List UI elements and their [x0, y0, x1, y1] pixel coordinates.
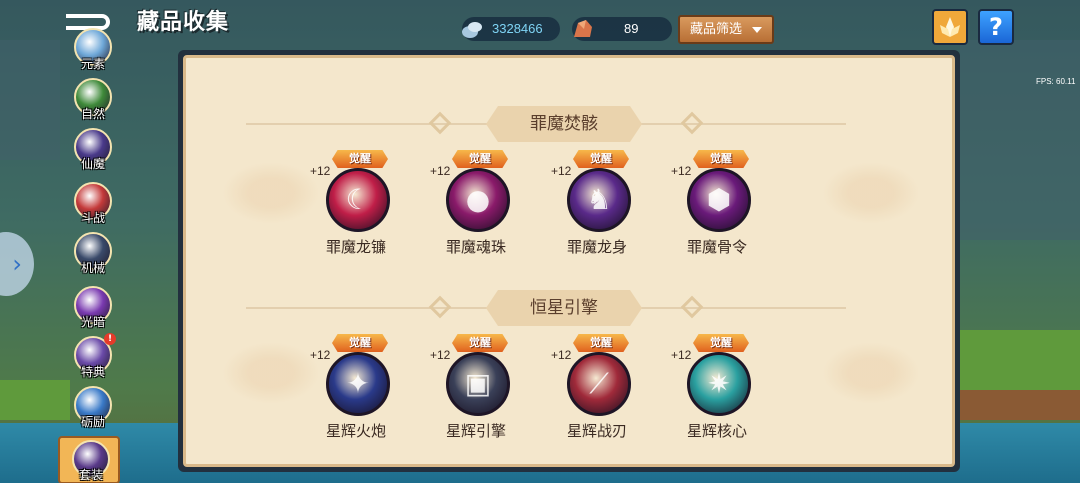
diamond-ornament [680, 295, 704, 319]
fps-counter: FPS: 60.11 [1036, 77, 1076, 86]
item-artwork: ✦ [346, 367, 370, 400]
sidebar-item-label: 套装 [78, 468, 103, 482]
collection-item[interactable]: ▣ 觉醒 +12 星辉引擎 [426, 334, 526, 440]
sidebar-item[interactable]: 斗战 [72, 182, 114, 228]
enhance-level: +12 [551, 348, 572, 362]
background-grass [960, 330, 1080, 390]
sidebar-item-label: 元素 [80, 57, 105, 71]
item-artwork: ● [465, 183, 491, 216]
item-artwork: ✷ [707, 367, 731, 400]
collection-item[interactable]: ⬢ 觉醒 +12 罪魔骨令 [667, 150, 767, 256]
collection-item[interactable]: ● 觉醒 +12 罪魔魂珠 [426, 150, 526, 256]
enhance-level: +12 [430, 164, 451, 178]
item-artwork: ⟋ [589, 367, 609, 400]
background-stone [960, 40, 1080, 240]
awakened-badge: 觉醒 [332, 150, 388, 168]
awakened-badge: 觉醒 [693, 334, 749, 352]
decoration-rosette [816, 338, 926, 408]
decoration-rosette [816, 158, 926, 228]
section-title: 罪魔焚骸 [486, 106, 642, 142]
sidebar-item[interactable]: 套装 [58, 436, 120, 483]
collection-panel: 罪魔焚骸 ☾ 觉醒 +12 罪魔龙镰 ● 觉醒 +12 罪魔魂珠 ♞ 觉醒 +12 罪魔龙身 ⬢ 觉醒 +12… [178, 50, 960, 472]
bone-token-icon: ⬢ [687, 168, 751, 232]
collection-item[interactable]: ♞ 觉醒 +12 罪魔龙身 [547, 150, 647, 256]
sidebar-item[interactable]: 仙魔 [72, 128, 114, 174]
item-artwork: ♞ [586, 183, 612, 216]
gem-count: 3328466 [492, 21, 543, 36]
enhance-level: +12 [430, 348, 451, 362]
background-grass [0, 380, 70, 420]
orb-icon: ● [446, 168, 510, 232]
section-title: 恒星引擎 [486, 290, 642, 326]
sidebar-item-label: 自然 [80, 107, 105, 121]
ore-icon [574, 20, 592, 37]
gem-icon [462, 22, 482, 38]
collection-item[interactable]: ✦ 觉醒 +12 星辉火炮 [306, 334, 406, 440]
collection-item[interactable]: ⟋ 觉醒 +12 星辉战刃 [547, 334, 647, 440]
collection-panel-body: 罪魔焚骸 ☾ 觉醒 +12 罪魔龙镰 ● 觉醒 +12 罪魔魂珠 ♞ 觉醒 +12 罪魔龙身 ⬢ 觉醒 +12… [183, 55, 955, 467]
awakened-badge: 觉醒 [452, 150, 508, 168]
awakened-badge: 觉醒 [693, 150, 749, 168]
item-name: 星辉核心 [686, 422, 747, 440]
diamond-ornament [428, 111, 452, 135]
collection-item[interactable]: ✷ 觉醒 +12 星辉核心 [667, 334, 767, 440]
sidebar-item-label: 斗战 [80, 211, 105, 225]
ore-currency: 89 [572, 17, 672, 41]
item-name: 星辉引擎 [445, 422, 506, 440]
cannon-icon: ✦ [326, 352, 390, 416]
item-artwork: ⬢ [706, 183, 732, 216]
sidebar-item[interactable]: 光暗 [72, 286, 114, 332]
sidebar-item[interactable]: 机械 [72, 232, 114, 278]
page-title: 藏品收集 [137, 10, 230, 35]
item-name: 罪魔龙身 [566, 238, 627, 256]
sidebar-item-label: 特典 [80, 365, 105, 379]
sidebar-item[interactable]: 元素 [72, 28, 114, 74]
engine-icon: ▣ [446, 352, 510, 416]
sidebar-item-label: 光暗 [80, 315, 105, 329]
item-name: 星辉战刃 [566, 422, 627, 440]
sidebar-item[interactable]: 自然 [72, 78, 114, 124]
blade-icon: ⟋ [567, 352, 631, 416]
collection-filter-button[interactable]: 藏品筛选 [678, 15, 774, 44]
enhance-level: +12 [671, 348, 692, 362]
scythe-icon: ☾ [326, 168, 390, 232]
item-name: 罪魔骨令 [686, 238, 747, 256]
chevron-down-icon [752, 27, 762, 33]
awakened-badge: 觉醒 [452, 334, 508, 352]
notification-badge: ! [104, 333, 116, 345]
lotus-button[interactable] [932, 9, 968, 45]
dragon-body-icon: ♞ [567, 168, 631, 232]
ore-count: 89 [624, 21, 639, 36]
sidebar-item[interactable]: ! 特典 [72, 333, 116, 382]
item-artwork: ☾ [345, 183, 371, 216]
sidebar-item-label: 机械 [80, 261, 105, 275]
item-name: 星辉火炮 [325, 422, 386, 440]
background-stone [0, 40, 60, 160]
lotus-icon [940, 17, 960, 37]
item-name: 罪魔龙镰 [325, 238, 386, 256]
sidebar-item-label: 仙魔 [80, 157, 105, 171]
gem-currency: 3328466 [462, 17, 560, 41]
chevron-right-icon: › [12, 250, 22, 278]
item-name: 罪魔魂珠 [445, 238, 506, 256]
enhance-level: +12 [551, 164, 572, 178]
background-dirt [960, 390, 1080, 420]
diamond-ornament [428, 295, 452, 319]
collection-item[interactable]: ☾ 觉醒 +12 罪魔龙镰 [306, 150, 406, 256]
enhance-level: +12 [310, 348, 331, 362]
enhance-level: +12 [310, 164, 331, 178]
sidebar-item[interactable]: 砺励 [72, 386, 114, 432]
awakened-badge: 觉醒 [332, 334, 388, 352]
diamond-ornament [680, 111, 704, 135]
help-button[interactable]: ? [978, 9, 1014, 45]
awakened-badge: 觉醒 [573, 150, 629, 168]
sidebar-item-label: 砺励 [80, 415, 105, 429]
filter-label: 藏品筛选 [690, 22, 743, 37]
expand-sidebar-button[interactable]: › [0, 232, 34, 296]
core-icon: ✷ [687, 352, 751, 416]
item-artwork: ▣ [464, 367, 492, 400]
enhance-level: +12 [671, 164, 692, 178]
awakened-badge: 觉醒 [573, 334, 629, 352]
